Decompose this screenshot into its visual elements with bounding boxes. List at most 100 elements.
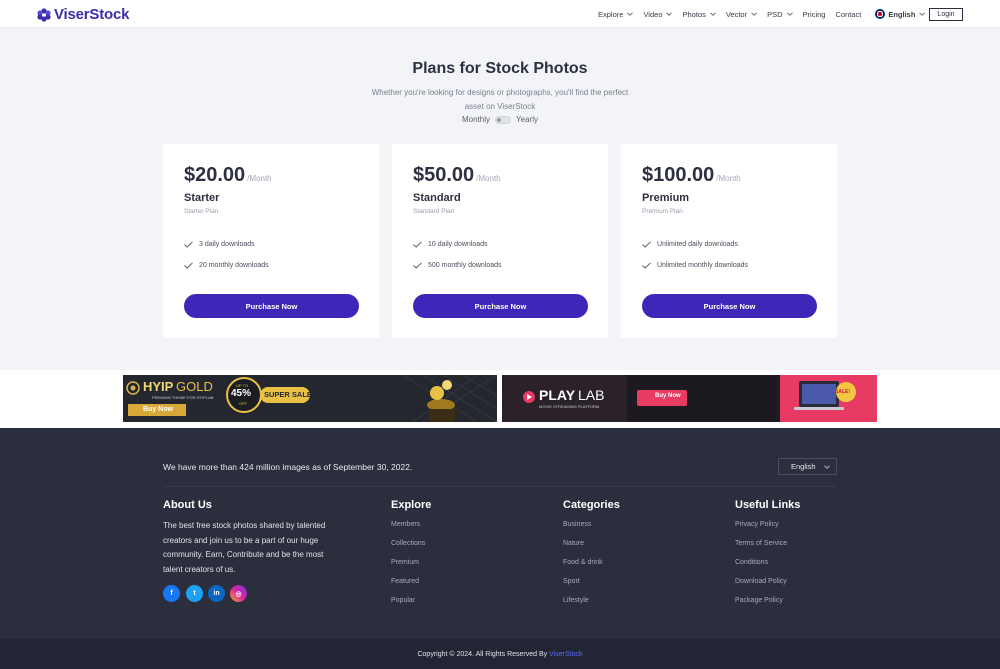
plan-description: Premium Plan <box>642 208 683 215</box>
check-icon <box>642 262 651 269</box>
twitter-icon[interactable]: t <box>186 585 203 602</box>
yearly-label: Yearly <box>516 115 538 124</box>
site-logo[interactable]: ViserStock <box>37 6 129 23</box>
hyip-brand-suffix: GOLD <box>176 379 213 394</box>
facebook-icon[interactable]: f <box>163 585 180 602</box>
nav-item-pricing[interactable]: Pricing <box>803 10 826 19</box>
feature-label: Unlimited daily downloads <box>657 241 738 248</box>
language-selector[interactable]: English <box>875 9 926 19</box>
chevron-down-icon <box>919 12 926 16</box>
check-icon <box>184 262 193 269</box>
check-icon <box>184 241 193 248</box>
feature-label: Unlimited monthly downloads <box>657 262 749 269</box>
hyipgold-ad-banner[interactable]: HYIP GOLD PREMIUM THEME FOR HYIPLAB UP T… <box>123 375 497 422</box>
footer-stat-text: We have more than 424 million images as … <box>163 462 413 472</box>
page-title: Plans for Stock Photos <box>412 60 588 77</box>
nav-label: Video <box>643 9 663 19</box>
billing-period-toggle[interactable] <box>495 115 512 124</box>
playlab-ad-banner[interactable]: PLAY LAB MOVIE STREAMING PLATFORM Buy No… <box>502 375 877 422</box>
login-button[interactable]: Login <box>929 8 963 21</box>
copyright-brand-link[interactable]: ViserStock <box>549 651 582 658</box>
purchase-now-button[interactable]: Purchase Now <box>642 294 817 318</box>
plan-card-standard: $50.00/Month Standard Standard Plan 10 d… <box>392 144 608 338</box>
footer-link-lifestyle[interactable]: Lifestyle <box>563 597 589 604</box>
uk-flag-icon <box>875 9 886 19</box>
nav-label: Pricing <box>802 9 826 19</box>
language-label: English <box>888 9 916 19</box>
nav-item-explore[interactable]: Explore <box>598 10 634 19</box>
plan-card-premium: $100.00/Month Premium Premium Plan Unlim… <box>621 144 837 338</box>
footer-link-terms[interactable]: Terms of Service <box>735 540 787 547</box>
billing-toggle-row: Monthly Yearly <box>0 115 1000 124</box>
price-value: $20.00 <box>184 164 246 186</box>
nav-item-video[interactable]: Video <box>643 9 673 19</box>
column-title: Categories <box>563 499 620 511</box>
copyright-bar: Copyright © 2024. All Rights Reserved By… <box>0 639 1000 669</box>
column-title: Explore <box>391 499 432 511</box>
super-sale-label: SUPER SALE <box>264 390 312 399</box>
plan-feature: Unlimited monthly downloads <box>642 262 748 269</box>
hyip-brand: HYIP <box>143 379 174 394</box>
price-period: /Month <box>247 174 272 183</box>
plan-feature: Unlimited daily downloads <box>642 241 738 248</box>
about-text: The best free stock photos shared by tal… <box>163 521 326 574</box>
instagram-icon[interactable]: ◎ <box>230 585 247 602</box>
nav-item-vector[interactable]: Vector <box>726 10 757 19</box>
footer-link-members[interactable]: Members <box>391 521 420 528</box>
footer-link-collections[interactable]: Collections <box>391 540 425 547</box>
column-title: Useful Links <box>735 499 801 511</box>
footer-link-popular[interactable]: Popular <box>391 597 415 604</box>
footer-link-food-drink[interactable]: Food & drink <box>563 559 603 566</box>
discount-value: 45% <box>231 388 252 399</box>
plan-name: Premium <box>642 192 690 204</box>
hexagon-flower-logo-icon <box>37 7 51 22</box>
footer-divider <box>163 486 837 487</box>
footer-link-conditions[interactable]: Conditions <box>735 559 768 566</box>
nav-item-photos[interactable]: Photos <box>682 9 716 19</box>
nav-label: Contact <box>835 9 862 19</box>
plan-description: Starter Plan <box>184 208 219 215</box>
nav-label: Photos <box>682 9 706 19</box>
feature-label: 500 monthly downloads <box>428 262 502 269</box>
feature-label: 3 daily downloads <box>199 241 255 248</box>
page-subtitle: Whether you're looking for designs or ph… <box>371 88 629 111</box>
footer-link-featured[interactable]: Featured <box>391 578 419 585</box>
nav-label: PSD <box>767 9 783 19</box>
footer-link-download-policy[interactable]: Download Policy <box>735 578 787 585</box>
plan-description: Standard Plan <box>413 208 455 215</box>
nav-item-psd[interactable]: PSD <box>767 9 793 19</box>
plan-feature: 500 monthly downloads <box>413 262 502 269</box>
playlab-buy-now: Buy Now <box>655 393 681 399</box>
linkedin-icon[interactable]: in <box>208 585 225 602</box>
price-period: /Month <box>716 174 741 183</box>
check-icon <box>413 262 422 269</box>
chevron-down-icon <box>627 12 634 16</box>
chevron-down-icon <box>751 12 757 16</box>
purchase-now-button[interactable]: Purchase Now <box>413 294 588 318</box>
plan-feature: 20 monthly downloads <box>184 262 269 269</box>
footer-link-privacy[interactable]: Privacy Policy <box>735 521 779 528</box>
footer-link-business[interactable]: Business <box>563 521 591 528</box>
price-value: $100.00 <box>642 164 715 186</box>
footer-link-sport[interactable]: Sport <box>563 578 580 585</box>
footer-link-premium[interactable]: Premium <box>391 559 419 566</box>
hyip-tagline: PREMIUM THEME FOR HYIPLAB <box>152 395 214 400</box>
top-navbar: ViserStock Explore Video Photos Vector P… <box>0 0 1000 28</box>
logo-text: ViserStock <box>54 6 130 23</box>
chevron-down-icon <box>710 12 716 16</box>
chevron-down-icon <box>666 12 673 16</box>
plan-name: Standard <box>413 192 461 204</box>
monthly-label: Monthly <box>462 115 491 124</box>
plan-card-starter: $20.00/Month Starter Starter Plan 3 dail… <box>163 144 379 338</box>
footer-language-select[interactable]: English <box>778 458 837 475</box>
sale-badge: SALE! <box>835 389 850 395</box>
playlab-brand: PLAY <box>539 387 576 403</box>
purchase-now-button[interactable]: Purchase Now <box>184 294 359 318</box>
footer-link-nature[interactable]: Nature <box>563 540 584 547</box>
plan-price: $100.00/Month <box>642 164 741 187</box>
plan-name: Starter <box>184 192 220 204</box>
plan-price: $20.00/Month <box>184 164 272 187</box>
nav-item-contact[interactable]: Contact <box>835 10 861 19</box>
footer-link-package-policy[interactable]: Package Policy <box>735 597 783 604</box>
main-nav: Explore Video Photos Vector PSD Pricing … <box>598 0 926 28</box>
